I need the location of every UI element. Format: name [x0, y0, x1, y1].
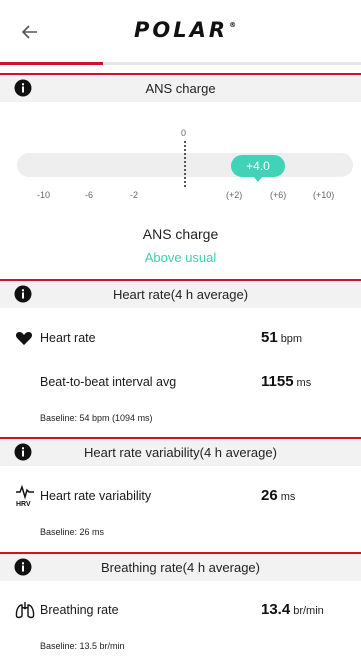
gauge-zero-label: 0 — [181, 128, 187, 138]
hrv-icon-text: HRV — [16, 501, 31, 508]
ans-value-pointer — [253, 176, 263, 182]
heart-rate-section-header: Heart rate(4 h average) — [0, 279, 361, 308]
section-title: Breathing rate(4 h average) — [101, 560, 260, 575]
beat-interval-number: 1155 — [261, 373, 294, 390]
breathing-section-header: Breathing rate(4 h average) — [0, 552, 361, 581]
hrv-icon: HRV — [16, 484, 34, 508]
polar-logo: POLAR® — [134, 18, 236, 42]
gauge-tick-label: (+6) — [270, 190, 287, 200]
beat-interval-unit: ms — [296, 377, 312, 389]
logo-registered-mark: ® — [229, 21, 237, 29]
breathing-rate-value: 13.4 br/min — [261, 601, 324, 618]
heart-rate-label: Heart rate — [40, 331, 96, 345]
section-title: Heart rate(4 h average) — [112, 287, 249, 302]
hrv-baseline: Baseline: 26 ms — [40, 527, 105, 537]
ans-section-header: ANS charge — [0, 73, 361, 102]
heart-icon — [15, 332, 33, 345]
heart-rate-value: 51 bpm — [261, 329, 302, 346]
page-progress-bar — [0, 62, 361, 65]
gauge-tick-label: -6 — [85, 190, 94, 200]
beat-interval-value: 1155 ms — [261, 373, 311, 390]
hrv-value: 26 ms — [261, 487, 295, 504]
hrv-number: 26 — [261, 487, 278, 504]
heart-rate-number: 51 — [261, 329, 278, 346]
lungs-icon — [15, 602, 35, 619]
ans-value-bubble: +4.0 — [231, 155, 285, 177]
back-arrow-icon[interactable] — [20, 22, 40, 42]
hrv-section-header: Heart rate variability(4 h average) — [0, 437, 361, 466]
hrv-label: Heart rate variability — [40, 489, 152, 503]
logo-text: POLAR — [134, 18, 229, 42]
gauge-tick-label: (+10) — [313, 190, 335, 200]
gauge-tick-label: -2 — [130, 190, 139, 200]
page-progress-fill — [0, 62, 103, 65]
section-title: ANS charge — [145, 81, 216, 96]
gauge-tick-label: (+2) — [226, 190, 243, 200]
breathing-rate-unit: br/min — [293, 605, 324, 617]
heart-rate-unit: bpm — [280, 333, 303, 345]
ans-charge-status: Above usual — [144, 250, 217, 265]
breathing-baseline: Baseline: 13.5 br/min — [40, 641, 125, 651]
section-title: Heart rate variability(4 h average) — [84, 445, 277, 460]
gauge-tick-label: -10 — [37, 190, 51, 200]
breathing-rate-number: 13.4 — [261, 601, 291, 618]
breathing-rate-label: Breathing rate — [40, 603, 119, 617]
heart-rate-baseline: Baseline: 54 bpm (1094 ms) — [40, 413, 153, 423]
beat-interval-label: Beat-to-beat interval avg — [40, 375, 177, 389]
hrv-unit: ms — [280, 491, 296, 503]
ans-charge-title: ANS charge — [142, 226, 219, 242]
gauge-zero-line — [184, 141, 186, 187]
top-bar: POLAR® — [0, 0, 361, 64]
